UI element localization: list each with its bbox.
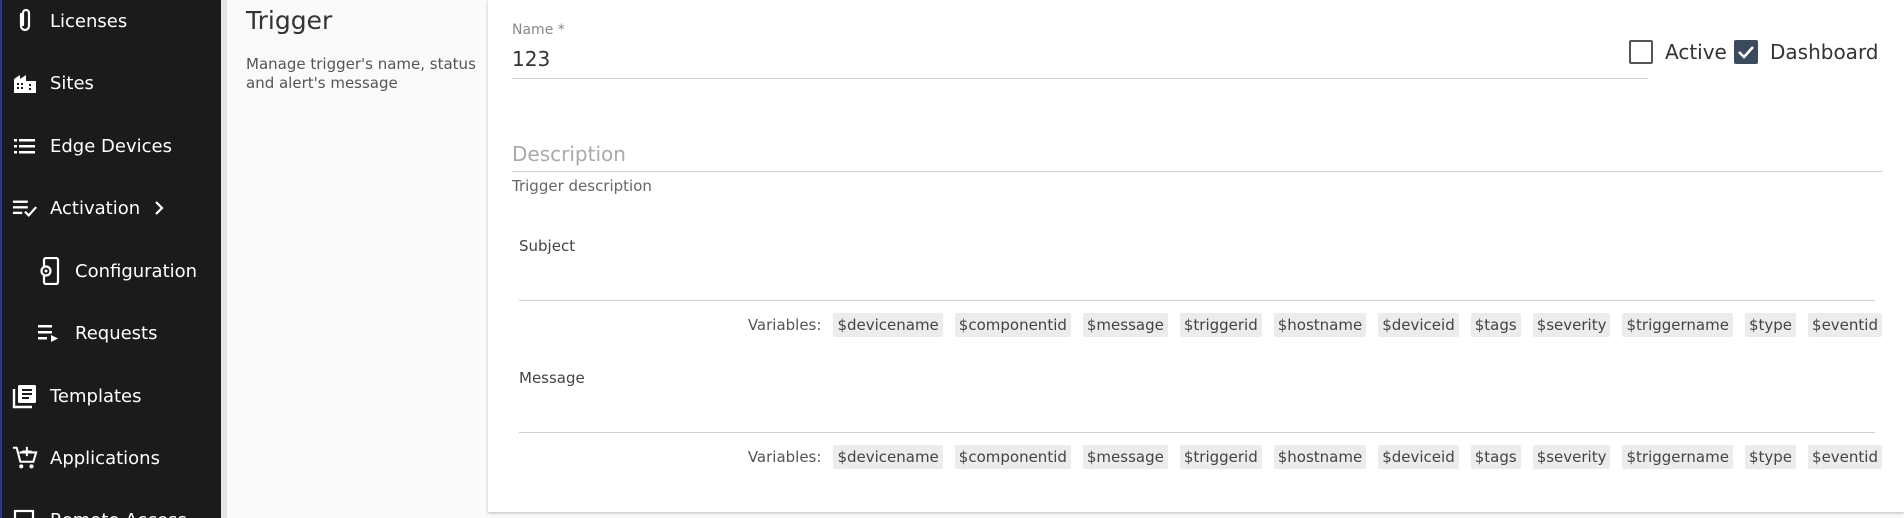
sidebar-item-label: Sites <box>50 72 94 94</box>
subject-variables: Variables: $devicename $componentid $mes… <box>748 313 1882 337</box>
subject-textarea[interactable] <box>519 255 1875 299</box>
queue-icon <box>36 320 62 346</box>
variable-chip[interactable]: $componentid <box>954 313 1071 337</box>
variable-chip[interactable]: $tags <box>1470 445 1521 469</box>
sidebar-item-label: Edge Devices <box>50 135 172 157</box>
checklist-icon <box>12 195 38 221</box>
variable-chip[interactable]: $triggerid <box>1179 313 1262 337</box>
variable-chip[interactable]: $eventid <box>1808 313 1882 337</box>
sidebar-item-applications[interactable]: Applications <box>2 438 221 478</box>
variable-chip[interactable]: $message <box>1082 445 1168 469</box>
chevron-right-icon <box>155 201 164 215</box>
name-underline <box>512 78 1648 79</box>
variable-chip[interactable]: $severity <box>1532 313 1611 337</box>
sidebar-item-label: Remote Access <box>50 510 187 518</box>
variable-chip[interactable]: $severity <box>1532 445 1611 469</box>
sidebar-item-templates[interactable]: Templates <box>2 376 221 416</box>
trigger-form-card: Name * 123 Active Dashboard Description … <box>488 0 1904 512</box>
variable-chip[interactable]: $eventid <box>1808 445 1882 469</box>
buildings-icon <box>12 70 38 96</box>
checkbox-box[interactable] <box>1629 40 1653 64</box>
variable-chip[interactable]: $deviceid <box>1378 313 1459 337</box>
variables-label: Variables: <box>747 448 822 466</box>
variable-chip[interactable]: $hostname <box>1273 313 1367 337</box>
add-cart-icon <box>12 445 38 471</box>
sidebar-item-label: Activation <box>50 197 141 219</box>
active-label: Active <box>1665 40 1727 64</box>
sidebar-item-label: Configuration <box>75 260 198 282</box>
phone-settings-icon <box>36 257 62 285</box>
library-books-icon <box>12 383 38 409</box>
dashboard-checkbox[interactable]: Dashboard <box>1734 40 1879 64</box>
section-description: Manage trigger's name, status and alert'… <box>246 55 476 92</box>
variable-chip[interactable]: $type <box>1744 445 1797 469</box>
sidebar: Licenses Sites Edge Devices Activation C… <box>0 0 221 518</box>
variable-chip[interactable]: $devicename <box>833 313 943 337</box>
sidebar-item-configuration[interactable]: Configuration <box>2 251 221 291</box>
list-icon <box>12 133 38 159</box>
section-info: Trigger Manage trigger's name, status an… <box>227 0 488 518</box>
message-variables: Variables: $devicename $componentid $mes… <box>748 445 1882 469</box>
sidebar-item-licenses[interactable]: Licenses <box>2 1 221 41</box>
description-hint: Trigger description <box>512 177 652 195</box>
description-underline <box>512 171 1882 172</box>
sidebar-item-remote-access[interactable]: Remote Access <box>2 500 221 518</box>
subject-underline <box>519 300 1875 301</box>
variable-chip[interactable]: $triggername <box>1622 445 1733 469</box>
sidebar-item-label: Applications <box>50 447 160 469</box>
paperclip-icon <box>12 8 38 34</box>
message-underline <box>519 432 1875 433</box>
sidebar-item-requests[interactable]: Requests <box>2 313 221 353</box>
active-checkbox[interactable]: Active <box>1629 40 1727 64</box>
sidebar-item-label: Templates <box>50 385 142 407</box>
subject-label: Subject <box>519 237 576 255</box>
dashboard-label: Dashboard <box>1770 40 1879 64</box>
variable-chip[interactable]: $hostname <box>1273 445 1367 469</box>
computer-icon <box>12 507 38 518</box>
variable-chip[interactable]: $triggername <box>1622 313 1733 337</box>
sidebar-item-edge-devices[interactable]: Edge Devices <box>2 126 221 166</box>
sidebar-item-label: Licenses <box>50 10 128 32</box>
variable-chip[interactable]: $componentid <box>954 445 1071 469</box>
checkmark-icon <box>1738 46 1754 59</box>
description-input[interactable]: Description <box>512 142 626 166</box>
variable-chip[interactable]: $triggerid <box>1179 445 1262 469</box>
sidebar-item-sites[interactable]: Sites <box>2 63 221 103</box>
checkbox-box-checked[interactable] <box>1734 40 1758 64</box>
variable-chip[interactable]: $tags <box>1470 313 1521 337</box>
message-textarea[interactable] <box>519 387 1875 431</box>
variable-chip[interactable]: $deviceid <box>1378 445 1459 469</box>
variables-label: Variables: <box>747 316 822 334</box>
message-label: Message <box>519 369 585 387</box>
variable-chip[interactable]: $type <box>1744 313 1797 337</box>
variable-chip[interactable]: $devicename <box>833 445 943 469</box>
variable-chip[interactable]: $message <box>1082 313 1168 337</box>
name-label: Name * <box>512 22 565 38</box>
sidebar-item-activation[interactable]: Activation <box>2 188 221 228</box>
name-input[interactable]: 123 <box>512 47 550 71</box>
sidebar-item-label: Requests <box>75 322 158 344</box>
section-title: Trigger <box>246 6 333 35</box>
